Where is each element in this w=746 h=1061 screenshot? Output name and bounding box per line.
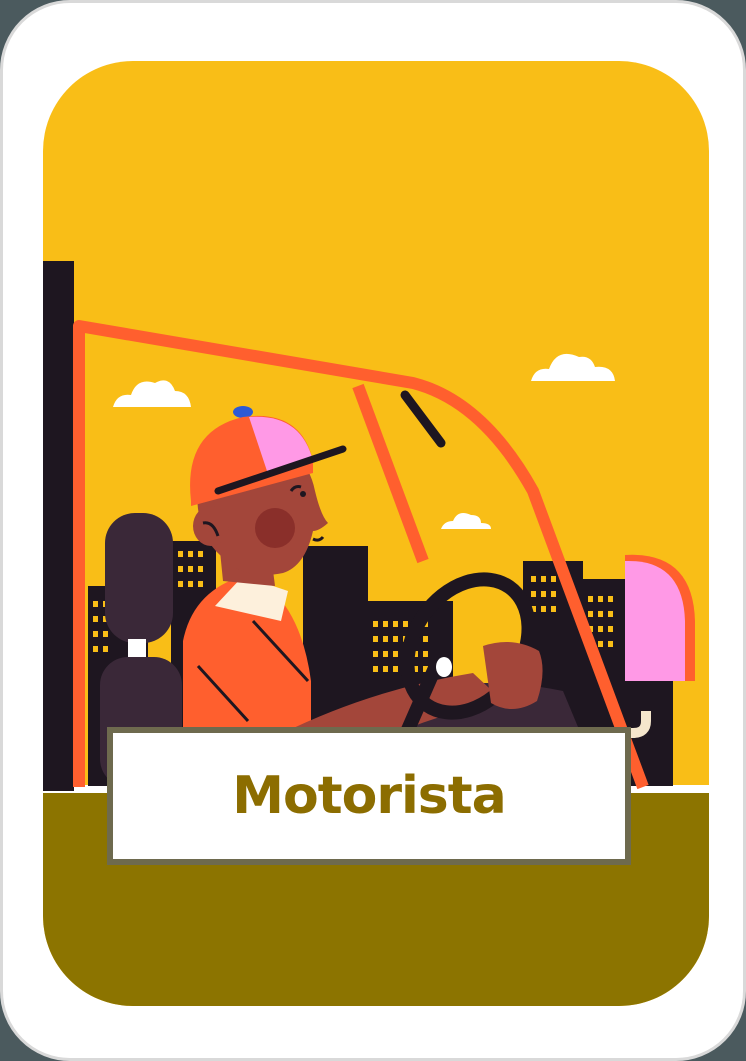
cheek [255, 508, 295, 548]
card-title: Motorista [232, 766, 506, 826]
pillar [43, 261, 74, 791]
flash-card: Motorista [0, 0, 746, 1061]
cloud-icon [113, 380, 191, 407]
title-label: Motorista [113, 733, 625, 859]
driver-hand [483, 642, 543, 710]
mouth [312, 535, 325, 542]
cloud-icon [441, 513, 491, 529]
cloud-icon [531, 353, 615, 381]
eye [300, 491, 306, 497]
wiper [400, 390, 446, 448]
